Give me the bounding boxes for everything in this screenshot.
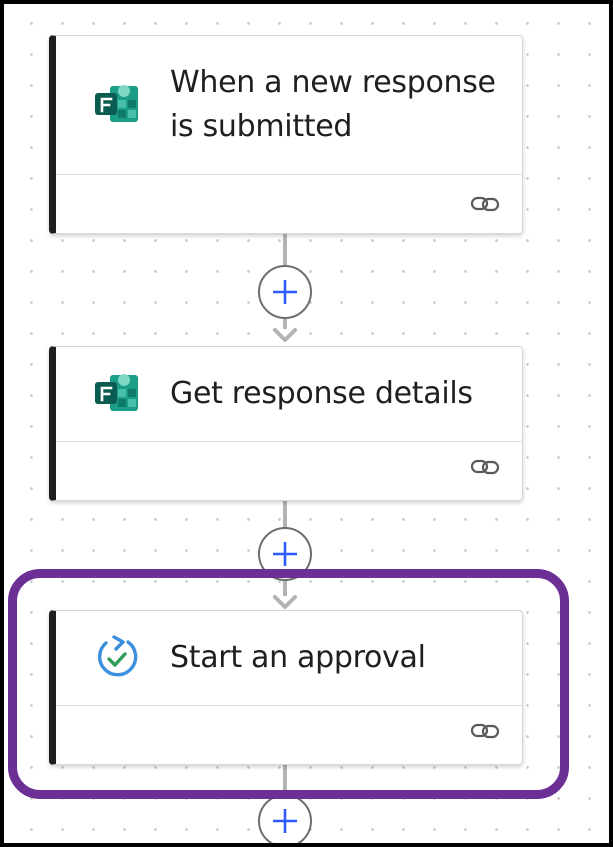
card-footer [56,175,522,233]
add-step-button[interactable] [258,265,312,319]
add-step-button[interactable] [258,794,312,843]
card-header: Get response details [56,347,522,442]
flow-step-card-trigger[interactable]: When a new response is submitted [49,35,523,234]
card-header: When a new response is submitted [56,36,522,175]
step-title: Get response details [170,376,473,411]
connector-arrow-icon [273,328,297,342]
connector-arrow-icon [273,595,297,609]
link-icon[interactable] [470,722,500,740]
plus-icon [273,809,297,833]
card-footer [56,706,522,764]
link-icon[interactable] [470,195,500,213]
card-footer [56,442,522,500]
flow-step-card-start-approval[interactable]: Start an approval [49,610,523,765]
step-title: Start an approval [170,640,426,675]
approval-icon [92,633,142,683]
card-header: Start an approval [56,611,522,706]
microsoft-forms-icon [92,369,142,419]
plus-icon [273,542,297,566]
plus-icon [273,280,297,304]
microsoft-forms-icon [92,80,142,130]
add-step-button[interactable] [258,527,312,581]
link-icon[interactable] [470,458,500,476]
flow-step-card-get-details[interactable]: Get response details [49,346,523,501]
flow-canvas: When a new response is submitted Get res… [0,0,613,847]
step-title: When a new response is submitted [170,65,496,144]
